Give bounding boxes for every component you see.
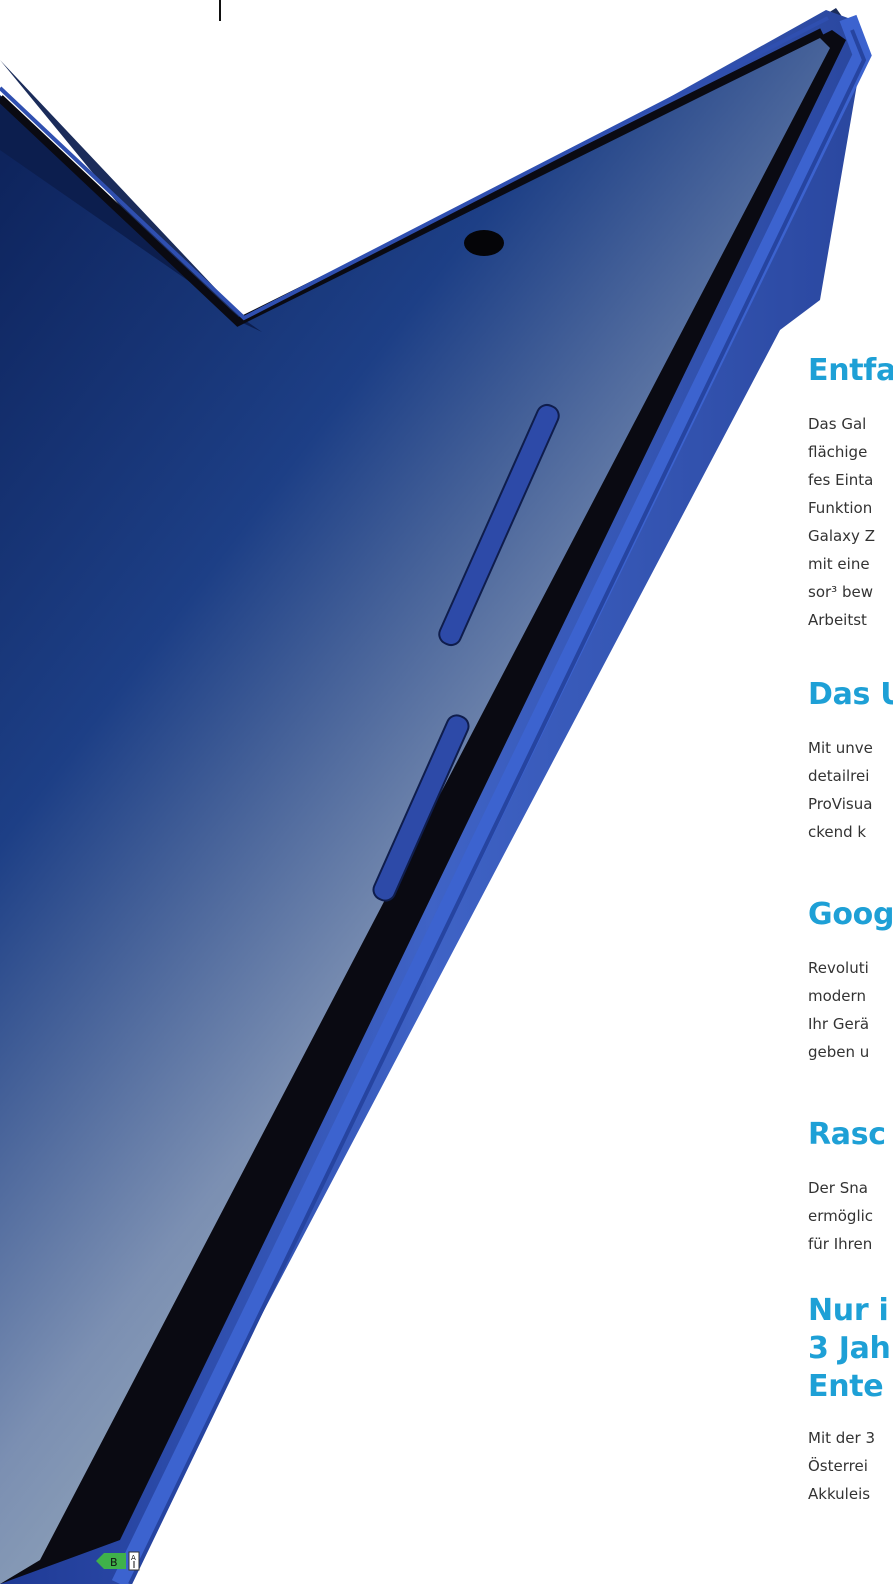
energy-label-icon[interactable]: B A bbox=[96, 1551, 140, 1571]
section-body: Der Sna ermöglic für Ihren bbox=[808, 1179, 874, 1253]
section-body: Revoluti modern Ihr Gerä geben u bbox=[808, 959, 870, 1061]
product-hero: Entfa Das Gal flächige fes Einta Funktio… bbox=[0, 0, 893, 1584]
section-body: Das Gal flächige fes Einta Funktion Gala… bbox=[808, 415, 875, 629]
section-heading: Goog bbox=[808, 897, 893, 932]
foldable-phone-image bbox=[0, 8, 872, 1584]
feature-section-1: Entfa Das Gal flächige fes Einta Funktio… bbox=[808, 352, 893, 634]
energy-class-letter: B bbox=[110, 1556, 118, 1569]
feature-section-3: Goog Revoluti modern Ihr Gerä geben u bbox=[808, 896, 893, 1066]
feature-section-5: Nur i 3 Jah Ente Mit der 3 Österrei Akku… bbox=[808, 1292, 893, 1508]
section-heading: Nur i 3 Jah Ente bbox=[808, 1293, 891, 1404]
section-body: Mit unve detailrei ProVisua ckend k bbox=[808, 739, 873, 841]
section-body: Mit der 3 Österrei Akkuleis bbox=[808, 1429, 875, 1503]
section-heading: Das U bbox=[808, 677, 893, 712]
feature-section-4: Rasc Der Sna ermöglic für Ihren bbox=[808, 1116, 893, 1258]
feature-section-2: Das U Mit unve detailrei ProVisua ckend … bbox=[808, 676, 893, 846]
energy-scale-letter: A bbox=[131, 1554, 136, 1562]
section-heading: Entfa bbox=[808, 353, 893, 388]
section-heading: Rasc bbox=[808, 1117, 886, 1152]
